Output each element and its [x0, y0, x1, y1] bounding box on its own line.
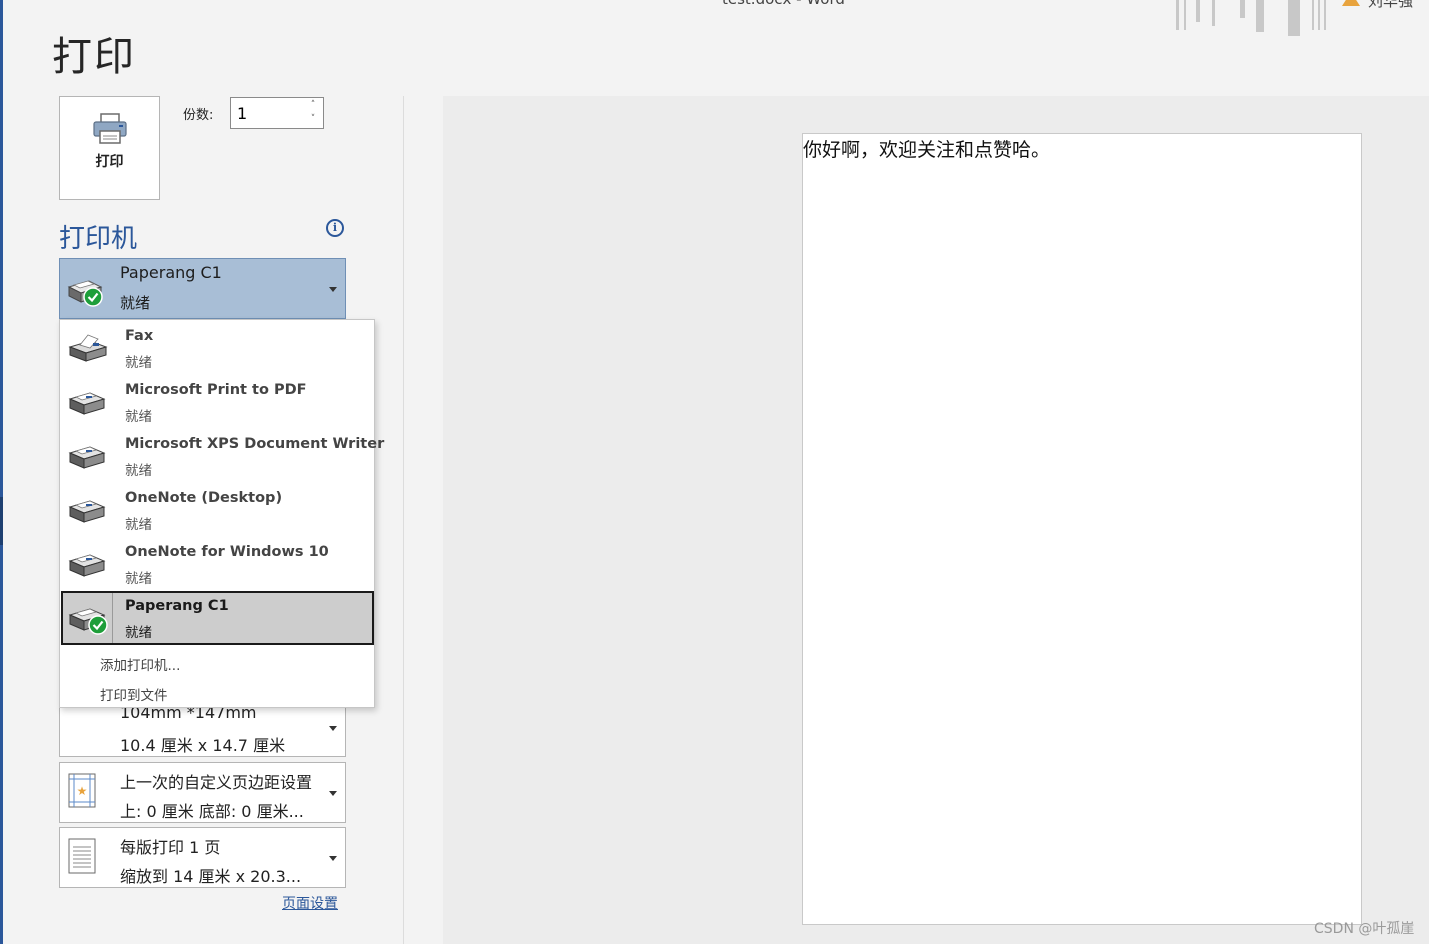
- window-left-edge-marker: [0, 497, 3, 545]
- printer-option-status: 就绪: [125, 517, 152, 533]
- warning-icon[interactable]: [1342, 0, 1360, 6]
- title-decoration: [1312, 0, 1314, 30]
- printer-option-onenote-desktop[interactable]: OneNote (Desktop) 就绪: [62, 483, 372, 537]
- margins-name: 上一次的自定义页边距设置: [120, 773, 313, 792]
- margins-values: 上: 0 厘米 底部: 0 厘米...: [120, 802, 304, 821]
- dropdown-arrow-icon: [329, 791, 337, 796]
- default-printer-icon: [68, 603, 110, 639]
- watermark: CSDN @叶孤崖: [1314, 921, 1415, 937]
- paper-size-dimensions: 10.4 厘米 x 14.7 厘米: [120, 736, 286, 755]
- printer-option-status: 就绪: [125, 463, 152, 479]
- copies-input[interactable]: [237, 104, 297, 123]
- printer-icon: [68, 387, 108, 421]
- print-button-label: 打印: [95, 154, 124, 170]
- printer-option-status: 就绪: [125, 409, 152, 425]
- svg-text:★: ★: [77, 784, 88, 798]
- margins-select[interactable]: ★ 上一次的自定义页边距设置 上: 0 厘米 底部: 0 厘米...: [59, 762, 346, 823]
- printer-option-name: Paperang C1: [125, 598, 229, 614]
- printer-option-status: 就绪: [125, 355, 152, 371]
- chevron-up-icon[interactable]: ˄: [307, 99, 319, 111]
- printer-option-microsoft-print-to-pdf[interactable]: Microsoft Print to PDF 就绪: [62, 375, 372, 429]
- title-decoration: [1318, 0, 1320, 30]
- printer-icon: [68, 441, 108, 475]
- preview-page: 你好啊，欢迎关注和点赞哈。: [802, 133, 1362, 925]
- printer-option-paperang-c1[interactable]: Paperang C1 就绪: [61, 591, 374, 645]
- title-decoration: [1324, 0, 1326, 30]
- copies-label: 份数:: [183, 108, 214, 123]
- printer-option-name: Microsoft XPS Document Writer: [125, 436, 385, 452]
- printer-option-name: Fax: [125, 328, 154, 344]
- printer-dropdown-list: Fax 就绪 Microsoft Print to PDF 就绪 Microso…: [59, 319, 384, 708]
- page-icon: [68, 838, 98, 880]
- window-title: test.docx - Word: [722, 0, 845, 8]
- copies-field[interactable]: ˄ ˅: [230, 97, 324, 129]
- info-icon[interactable]: i: [326, 219, 344, 237]
- printer-option-name: OneNote for Windows 10: [125, 544, 329, 560]
- title-decoration: [1288, 0, 1300, 36]
- title-decoration: [1176, 0, 1179, 30]
- printer-option-name: OneNote (Desktop): [125, 490, 283, 506]
- print-to-file-option[interactable]: 打印到文件: [100, 684, 168, 704]
- window-left-edge: [0, 0, 3, 944]
- dropdown-arrow-icon: [329, 856, 337, 861]
- selected-printer-name: Paperang C1: [120, 263, 222, 282]
- printer-option-microsoft-xps-document-writer[interactable]: Microsoft XPS Document Writer 就绪: [62, 429, 384, 483]
- printer-select[interactable]: Paperang C1 就绪: [59, 258, 346, 319]
- dropdown-arrow-icon: [329, 287, 337, 292]
- pages-per-sheet-select[interactable]: 每版打印 1 页 缩放到 14 厘米 x 20.3...: [59, 827, 346, 888]
- chevron-down-icon[interactable]: ˅: [307, 113, 319, 125]
- printer-option-status: 就绪: [125, 625, 152, 641]
- default-printer-icon: [66, 275, 106, 311]
- pages-per-sheet-scale: 缩放到 14 厘米 x 20.3...: [120, 867, 302, 886]
- printer-option-onenote-for-windows-10[interactable]: OneNote for Windows 10 就绪: [62, 537, 372, 591]
- title-decoration: [1240, 0, 1245, 18]
- title-decoration: [1196, 0, 1200, 22]
- option-separator: [112, 593, 113, 643]
- title-decoration: [1212, 0, 1215, 26]
- selected-printer-status: 就绪: [120, 294, 151, 312]
- page-setup-link[interactable]: 页面设置: [282, 893, 338, 913]
- pages-per-sheet-name: 每版打印 1 页: [120, 838, 221, 857]
- title-decoration: [1184, 0, 1186, 30]
- printer-option-status: 就绪: [125, 571, 152, 587]
- printer-icon: [92, 113, 128, 145]
- user-name[interactable]: 刘华强: [1368, 0, 1413, 11]
- printer-option-name: Microsoft Print to PDF: [125, 382, 307, 398]
- page-title: 打印: [52, 34, 136, 80]
- printer-option-fax[interactable]: Fax 就绪: [62, 321, 372, 375]
- dropdown-arrow-icon: [329, 726, 337, 731]
- custom-margins-icon: ★: [68, 773, 98, 813]
- printer-icon: [68, 549, 108, 583]
- preview-text: 你好啊，欢迎关注和点赞哈。: [803, 139, 1051, 161]
- print-button[interactable]: 打印: [59, 96, 160, 200]
- pane-divider: [403, 96, 404, 944]
- printer-heading: 打印机: [59, 224, 138, 254]
- add-printer-link[interactable]: 添加打印机...: [100, 654, 180, 674]
- fax-icon: [68, 333, 108, 367]
- title-decoration: [1256, 0, 1264, 32]
- printer-icon: [68, 495, 108, 529]
